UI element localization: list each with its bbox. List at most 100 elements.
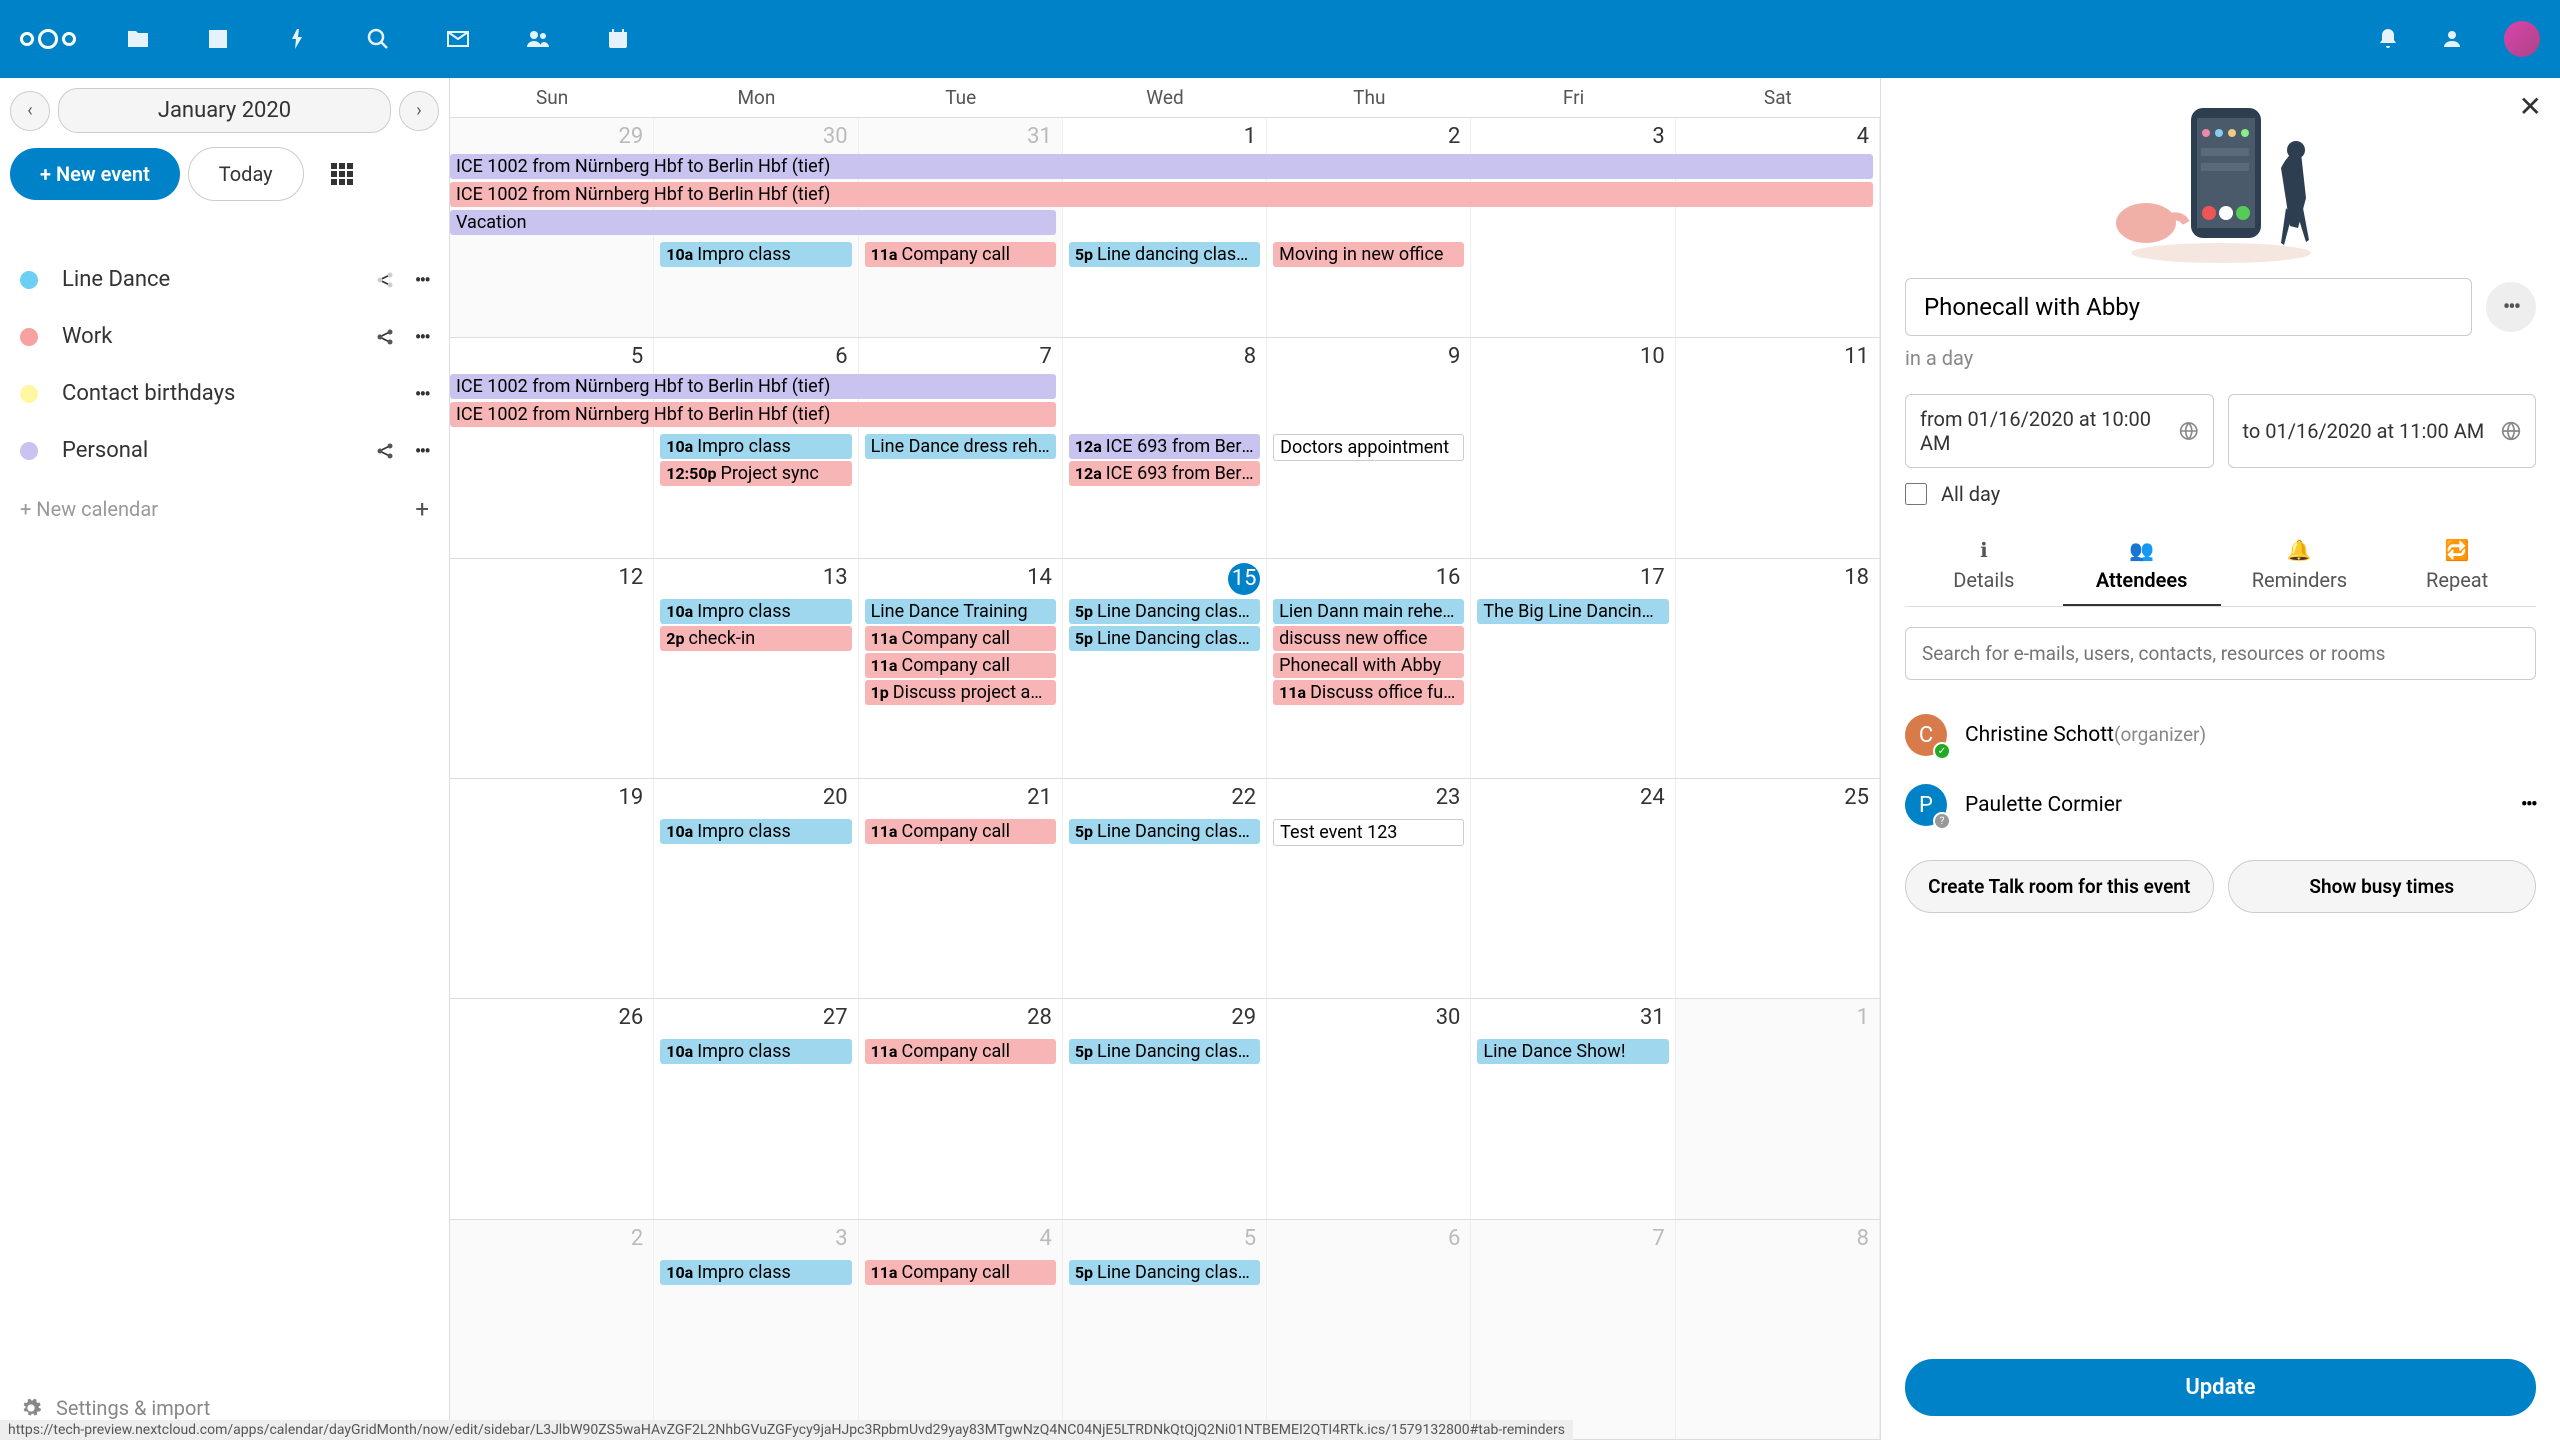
user-avatar[interactable] — [2504, 21, 2540, 57]
contacts-menu-icon[interactable] — [2440, 27, 2464, 51]
files-icon[interactable] — [126, 27, 150, 51]
tab-repeat[interactable]: 🔁Repeat — [2378, 526, 2536, 606]
to-date-input[interactable]: to 01/16/2020 at 11:00 AM — [2228, 394, 2537, 468]
share-icon[interactable] — [375, 270, 395, 290]
day-cell[interactable]: 6 — [1267, 1220, 1471, 1439]
contacts-app-icon[interactable] — [526, 27, 550, 51]
day-cell[interactable]: 17The Big Line Dancing Sh — [1471, 559, 1675, 778]
spanning-event[interactable]: Vacation — [450, 210, 1056, 235]
day-cell[interactable]: 7Line Dance dress rehear — [859, 338, 1063, 557]
calendar-more-button[interactable]: ••• — [415, 439, 429, 463]
calendar-event[interactable]: 5pLine Dancing class Cc — [1069, 819, 1260, 844]
tab-reminders[interactable]: 🔔Reminders — [2221, 526, 2379, 606]
day-cell[interactable]: 31Line Dance Show! — [1471, 999, 1675, 1218]
calendar-event[interactable]: Moving in new office — [1273, 242, 1464, 267]
view-toggle-button[interactable] — [322, 154, 362, 194]
spanning-event[interactable]: ICE 1002 from Nürnberg Hbf to Berlin Hbf… — [450, 402, 1056, 427]
calendar-event[interactable]: 11aCompany call — [865, 242, 1056, 267]
day-cell[interactable]: 812aICE 693 from Berlin H12aICE 693 from… — [1063, 338, 1267, 557]
calendar-event[interactable]: 12aICE 693 from Berlin H — [1069, 434, 1260, 459]
prev-month-button[interactable]: ‹ — [10, 91, 50, 131]
day-cell[interactable]: 23Test event 123 — [1267, 779, 1471, 998]
day-cell[interactable]: 2811aCompany call — [859, 999, 1063, 1218]
talk-room-button[interactable]: Create Talk room for this event — [1905, 860, 2214, 913]
day-cell[interactable]: 3 — [1471, 118, 1675, 337]
mail-icon[interactable] — [446, 27, 470, 51]
calendar-event[interactable]: 5pLine Dancing class Cc — [1069, 626, 1260, 651]
tab-attendees[interactable]: 👥Attendees — [2063, 526, 2221, 606]
calendar-event[interactable]: 12:50pProject sync — [660, 461, 851, 486]
day-cell[interactable]: 1310aImpro class2pcheck-in — [654, 559, 858, 778]
day-cell[interactable]: 16Lien Dann main rehearsdiscuss new offi… — [1267, 559, 1471, 778]
event-title-input[interactable] — [1905, 278, 2472, 336]
day-cell[interactable]: 2010aImpro class — [654, 779, 858, 998]
day-cell[interactable]: 310aImpro class — [654, 1220, 858, 1439]
calendar-icon[interactable] — [606, 27, 630, 51]
day-cell[interactable]: 12 — [450, 559, 654, 778]
day-cell[interactable]: 14Line Dance Training11aCompany call11aC… — [859, 559, 1063, 778]
calendar-event[interactable]: Lien Dann main rehears — [1273, 599, 1464, 624]
day-cell[interactable]: 411aCompany call — [859, 1220, 1063, 1439]
day-cell[interactable]: 2Moving in new office — [1267, 118, 1471, 337]
calendar-event[interactable]: 5pLine Dancing class Cc — [1069, 599, 1260, 624]
day-cell[interactable]: 19 — [450, 779, 654, 998]
day-cell[interactable]: 11 — [1676, 338, 1880, 557]
calendar-event[interactable]: Line Dance Show! — [1477, 1039, 1668, 1064]
calendar-item[interactable]: Line Dance ••• — [10, 251, 439, 308]
calendar-event[interactable]: Line Dance Training — [865, 599, 1056, 624]
spanning-event[interactable]: ICE 1002 from Nürnberg Hbf to Berlin Hbf… — [450, 154, 1873, 179]
close-icon[interactable]: ✕ — [2519, 90, 2542, 123]
calendar-item[interactable]: Contact birthdays ••• — [10, 365, 439, 422]
day-cell[interactable]: 9Doctors appointment — [1267, 338, 1471, 557]
update-button[interactable]: Update — [1905, 1359, 2536, 1416]
calendar-event[interactable]: 5pLine Dancing class Cc — [1069, 1039, 1260, 1064]
from-date-input[interactable]: from 01/16/2020 at 10:00 AM — [1905, 394, 2214, 468]
day-cell[interactable]: 2710aImpro class — [654, 999, 858, 1218]
next-month-button[interactable]: › — [399, 91, 439, 131]
activity-icon[interactable] — [286, 27, 310, 51]
calendar-event[interactable]: 11aCompany call — [865, 819, 1056, 844]
photos-icon[interactable] — [206, 27, 230, 51]
calendar-more-button[interactable]: ••• — [415, 325, 429, 349]
calendar-item[interactable]: Personal ••• — [10, 422, 439, 479]
day-cell[interactable]: 225pLine Dancing class Cc — [1063, 779, 1267, 998]
day-cell[interactable]: 25 — [1676, 779, 1880, 998]
day-cell[interactable]: 8 — [1676, 1220, 1880, 1439]
calendar-event[interactable]: 5pLine dancing class Co — [1069, 242, 1260, 267]
day-cell[interactable]: 15pLine dancing class Co — [1063, 118, 1267, 337]
day-cell[interactable]: 24 — [1471, 779, 1675, 998]
day-cell[interactable]: 2111aCompany call — [859, 779, 1063, 998]
calendar-event[interactable]: 10aImpro class — [660, 1260, 851, 1285]
calendar-event[interactable]: 10aImpro class — [660, 599, 851, 624]
attendee-more-button[interactable]: ••• — [2521, 793, 2536, 817]
share-icon[interactable] — [375, 441, 395, 461]
busy-times-button[interactable]: Show busy times — [2228, 860, 2537, 913]
new-calendar-row[interactable]: + New calendar + — [10, 479, 439, 539]
calendar-item[interactable]: Work ••• — [10, 308, 439, 365]
calendar-event[interactable]: 2pcheck-in — [660, 626, 851, 651]
calendar-event[interactable]: 11aCompany call — [865, 626, 1056, 651]
calendar-event[interactable]: Line Dance dress rehear — [865, 434, 1056, 459]
day-cell[interactable]: 155pLine Dancing class Cc5pLine Dancing … — [1063, 559, 1267, 778]
event-more-button[interactable]: ••• — [2486, 282, 2536, 332]
calendar-event[interactable]: 11aCompany call — [865, 1039, 1056, 1064]
month-label[interactable]: January 2020 — [58, 88, 391, 133]
spanning-event[interactable]: ICE 1002 from Nürnberg Hbf to Berlin Hbf… — [450, 374, 1056, 399]
calendar-more-button[interactable]: ••• — [415, 382, 429, 406]
logo[interactable] — [20, 29, 76, 49]
calendar-event[interactable]: Test event 123 — [1273, 819, 1464, 846]
day-cell[interactable]: 10 — [1471, 338, 1675, 557]
day-cell[interactable]: 18 — [1676, 559, 1880, 778]
day-cell[interactable]: 7 — [1471, 1220, 1675, 1439]
day-cell[interactable]: 295pLine Dancing class Cc — [1063, 999, 1267, 1218]
day-cell[interactable]: 1 — [1676, 999, 1880, 1218]
today-button[interactable]: Today — [188, 147, 304, 201]
day-cell[interactable]: 26 — [450, 999, 654, 1218]
day-cell[interactable]: 2 — [450, 1220, 654, 1439]
calendar-event[interactable]: 10aImpro class — [660, 1039, 851, 1064]
share-icon[interactable] — [375, 327, 395, 347]
calendar-more-button[interactable]: ••• — [415, 268, 429, 292]
calendar-event[interactable]: 5pLine Dancing class Cc — [1069, 1260, 1260, 1285]
calendar-event[interactable]: 11aDiscuss office furnitu — [1273, 680, 1464, 705]
calendar-event[interactable]: Doctors appointment — [1273, 434, 1464, 461]
